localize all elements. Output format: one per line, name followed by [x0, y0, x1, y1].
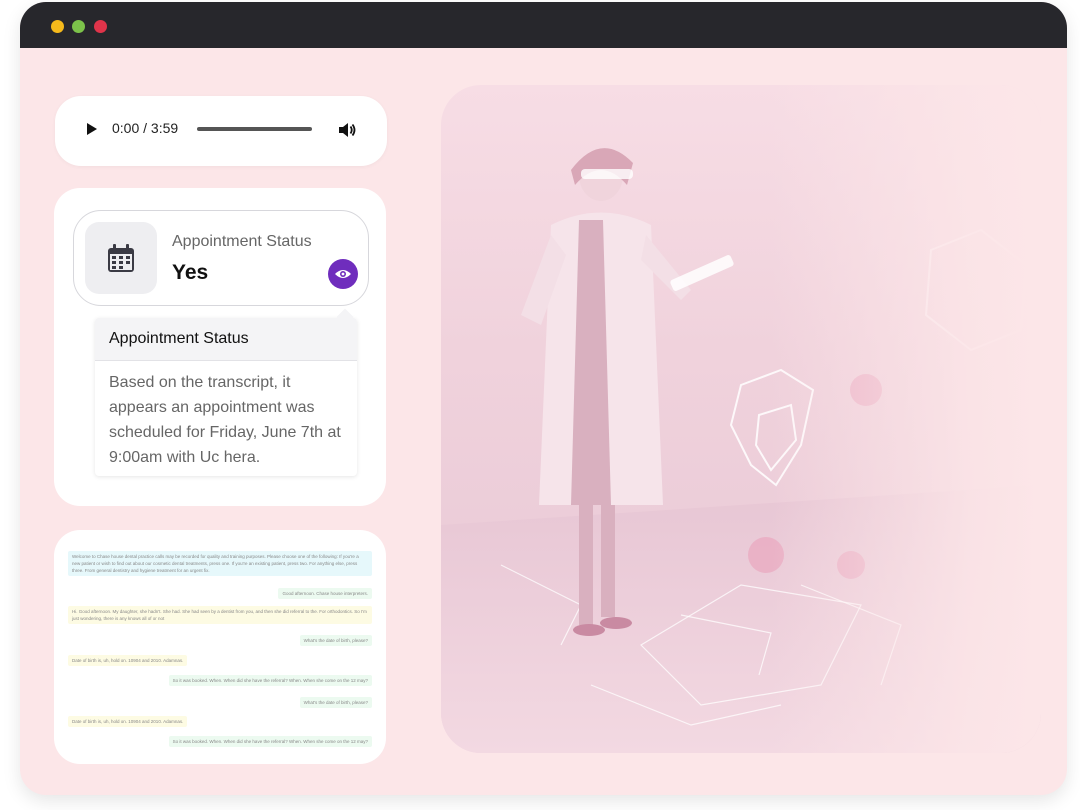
audio-time: 0:00 / 3:59	[112, 120, 179, 136]
doctor-hologram-illustration	[441, 85, 1041, 753]
transcript-message: So it was booked. When. When did she hav…	[168, 736, 372, 747]
status-label: Appointment Status	[172, 233, 312, 250]
status-value: Yes	[172, 261, 209, 284]
transcript-message: What's the date of birth, please?	[299, 697, 372, 708]
volume-icon[interactable]	[337, 120, 357, 140]
popover-body: Based on the transcript, it appears an a…	[109, 374, 341, 466]
transcript-card: Welcome to Chase house dental practice c…	[54, 530, 386, 764]
title-bar	[20, 2, 1067, 48]
view-details-button[interactable]	[328, 259, 358, 289]
close-dot[interactable]	[94, 20, 107, 33]
transcript-message: Date of birth is, uh, hold on. 10904 and…	[68, 655, 188, 666]
transcript-message: Date of birth is, uh, hold on. 10904 and…	[68, 716, 188, 727]
maximize-dot[interactable]	[72, 20, 85, 33]
eye-icon	[335, 270, 351, 278]
audio-player: 0:00 / 3:59	[55, 96, 387, 166]
illustration-fade	[441, 85, 1041, 753]
status-summary: Appointment Status Yes	[73, 210, 369, 306]
audio-progress-bar[interactable]	[197, 127, 312, 131]
popover-title: Appointment Status	[109, 330, 249, 347]
calendar-icon-box	[85, 222, 157, 294]
popover-header: Appointment Status	[95, 318, 357, 361]
transcript-message: Good afternoon. Chase house interpreters…	[278, 588, 372, 599]
status-popover: Appointment Status Based on the transcri…	[95, 308, 357, 476]
appointment-status-card: Appointment Status Yes Appointment Statu…	[54, 188, 386, 506]
transcript-message: Welcome to Chase house dental practice c…	[68, 551, 372, 576]
app-window: 0:00 / 3:59 Appointment Status Yes Appoi…	[20, 2, 1067, 795]
transcript-message: What's the date of birth, please?	[299, 635, 372, 646]
calendar-icon	[108, 244, 134, 272]
minimize-dot[interactable]	[51, 20, 64, 33]
transcript-message: Hi. Good afternoon. My daughter, she had…	[68, 606, 372, 624]
transcript-message: So it was booked. When. When did she hav…	[168, 675, 372, 686]
play-icon[interactable]	[87, 123, 97, 135]
